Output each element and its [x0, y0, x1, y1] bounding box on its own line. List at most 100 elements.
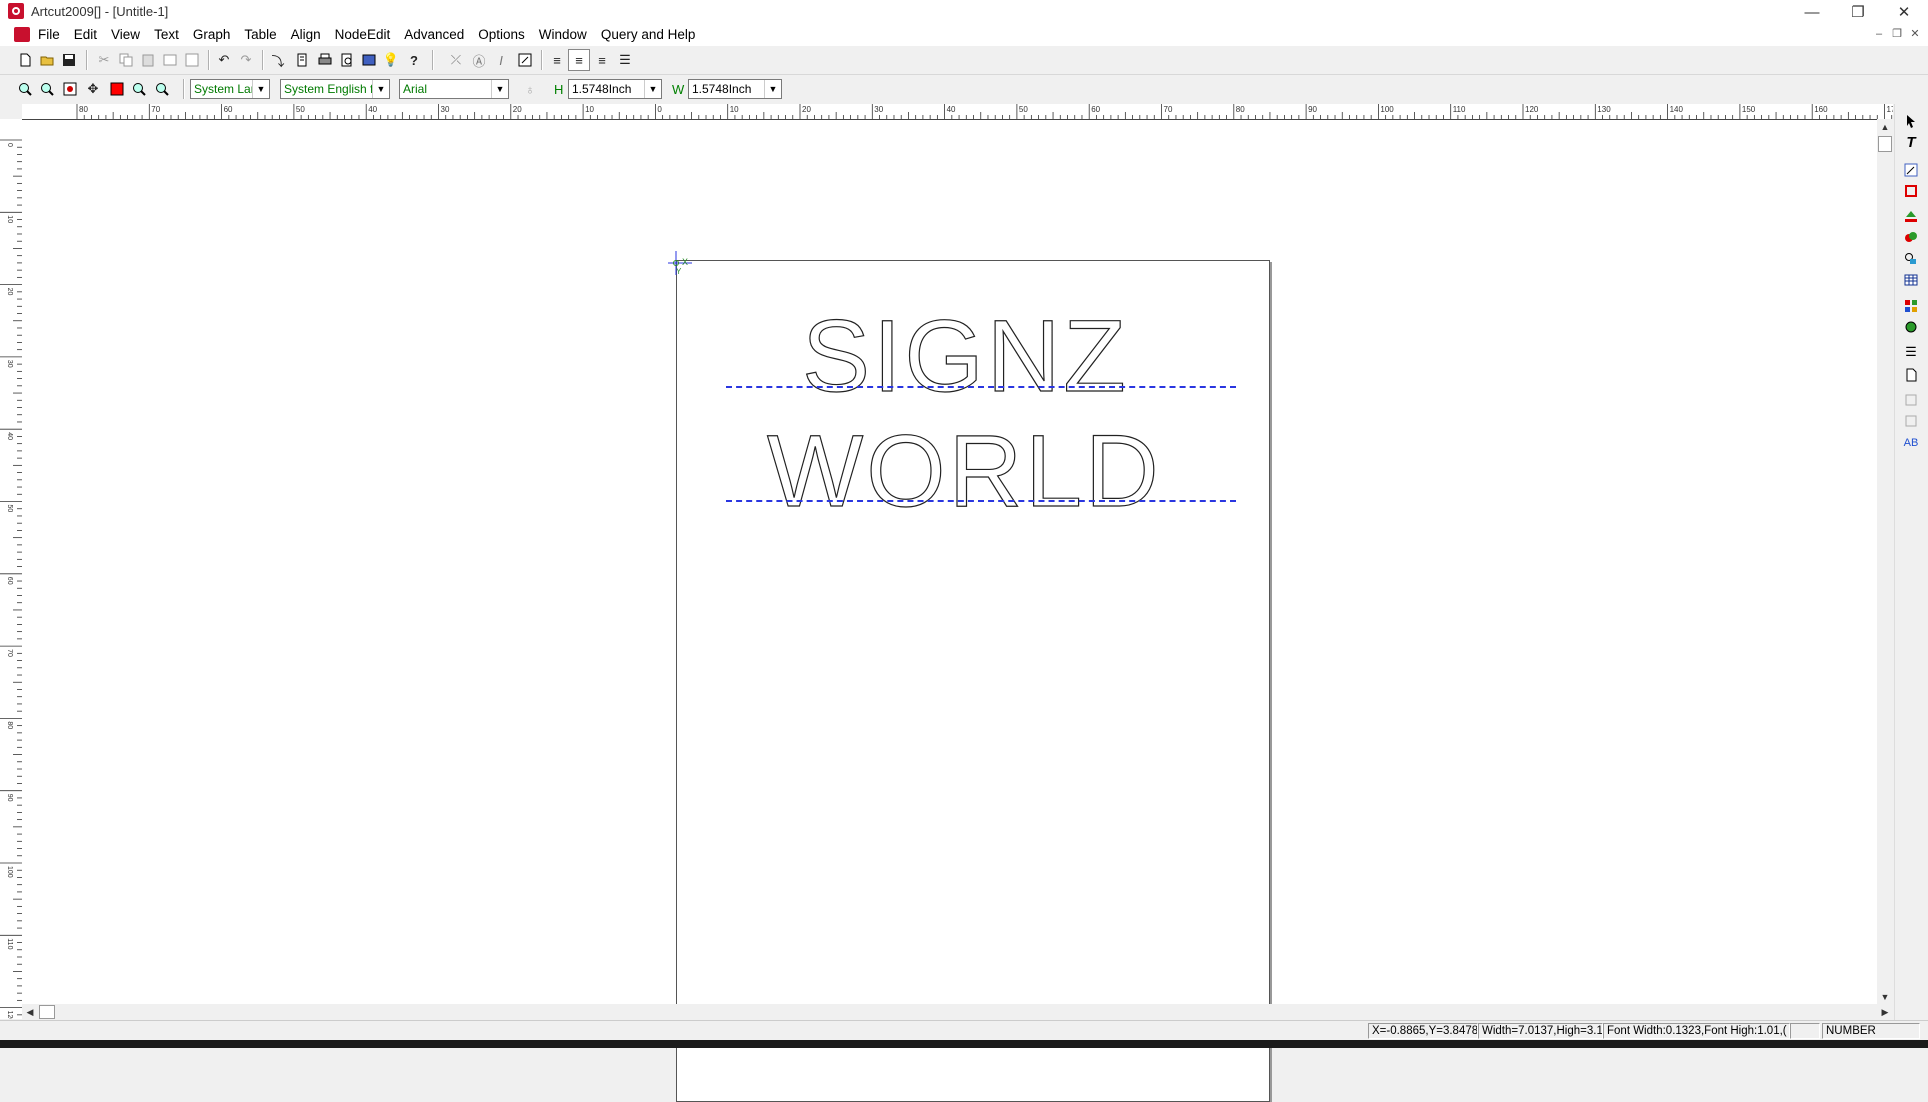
help-button[interactable]: ? [403, 49, 425, 71]
mdi-minimize-button[interactable]: – [1872, 27, 1886, 41]
save-button[interactable] [58, 49, 80, 71]
menu-view[interactable]: View [111, 27, 140, 42]
text-object-signz[interactable]: SIGNZ [801, 304, 1129, 407]
menu-align[interactable]: Align [291, 27, 321, 42]
shape-tool-button[interactable]: ⤫ [445, 49, 467, 71]
print-preview-button[interactable] [336, 49, 358, 71]
print-button[interactable] [314, 49, 336, 71]
mdi-close-button[interactable]: ✕ [1908, 27, 1922, 41]
chevron-down-icon[interactable]: ▼ [252, 80, 269, 98]
horizontal-scrollbar[interactable]: ◀ ▶ [22, 1004, 1893, 1020]
undo-button[interactable]: ↶ [213, 49, 235, 71]
pick-tool-button[interactable] [1901, 112, 1921, 130]
width-input[interactable]: 1.5748Inch ▼ [688, 79, 782, 99]
table-tool-button[interactable] [1901, 271, 1921, 289]
undo-icon: ↶ [218, 52, 230, 67]
fill-tool-button[interactable] [1901, 207, 1921, 225]
scroll-right-arrow-icon[interactable]: ▶ [1877, 1004, 1893, 1020]
ruler-label: 20 [513, 105, 522, 114]
tip-button[interactable]: 💡 [380, 49, 402, 71]
paste-special-button[interactable] [181, 49, 203, 71]
scroll-left-arrow-icon[interactable]: ◀ [22, 1004, 38, 1020]
new-file-icon [20, 53, 31, 67]
scroll-up-arrow-icon[interactable]: ▲ [1877, 119, 1893, 135]
edit-text-button[interactable] [514, 49, 536, 71]
open-file-button[interactable] [36, 49, 58, 71]
close-button[interactable]: ✕ [1881, 0, 1927, 24]
menu-file[interactable]: File [38, 27, 60, 42]
menu-nodeedit[interactable]: NodeEdit [335, 27, 391, 42]
menu-graph[interactable]: Graph [193, 27, 231, 42]
font-combo[interactable]: Arial ▼ [399, 79, 509, 99]
cut-button[interactable]: ✂ [93, 49, 115, 71]
paste-button[interactable] [137, 49, 159, 71]
text-direction-button[interactable]: ♁ [519, 78, 541, 100]
language-combo[interactable]: System Lar ▼ [190, 79, 270, 99]
status-object-size: Width=7.0137,High=3.1 [1478, 1023, 1603, 1039]
menu-query-help[interactable]: Query and Help [601, 27, 696, 42]
document-tool-button[interactable] [1901, 366, 1921, 384]
chevron-down-icon[interactable]: ▼ [644, 80, 661, 98]
ruler-label: 60 [6, 577, 13, 585]
zoom-out-button[interactable] [36, 78, 58, 100]
status-numlock: NUMBER [1822, 1023, 1920, 1039]
page-setup-button[interactable] [291, 49, 313, 71]
vertical-scroll-thumb[interactable] [1878, 136, 1892, 152]
align-right-button[interactable]: ≡ [591, 49, 613, 71]
align-justify-button[interactable]: ☰ [614, 49, 636, 71]
disabled-tool-1-button[interactable] [1901, 391, 1921, 409]
mdi-restore-button[interactable]: ❐ [1890, 27, 1904, 41]
zoom-fit-button[interactable] [59, 78, 81, 100]
minimize-button[interactable]: — [1789, 0, 1835, 24]
import-button[interactable]: ⤵ [267, 49, 289, 71]
menu-text[interactable]: Text [154, 27, 179, 42]
pan-button[interactable]: ✥ [82, 78, 104, 100]
menu-options[interactable]: Options [478, 27, 525, 42]
engrave-tool-button[interactable] [1901, 318, 1921, 336]
color-tool-button[interactable] [1901, 228, 1921, 246]
shape-tool-button-2[interactable] [1901, 250, 1921, 268]
ruler-label: 120 [1525, 105, 1539, 114]
document-menu-icon[interactable] [14, 27, 30, 42]
horizontal-scroll-thumb[interactable] [39, 1005, 55, 1019]
redo-button[interactable]: ↷ [235, 49, 257, 71]
document-icon [1906, 368, 1917, 382]
vertical-ruler[interactable]: 0 10 20 30 40 50 60 70 80 90 100 110 120 [0, 119, 23, 1019]
new-file-button[interactable] [14, 49, 36, 71]
chevron-down-icon[interactable]: ▼ [764, 80, 781, 98]
italic-button[interactable]: I [490, 49, 512, 71]
drawing-canvas[interactable]: X Y SIGNZ WORLD [22, 120, 1877, 1102]
copy-button[interactable] [115, 49, 137, 71]
ruler-label: 90 [6, 794, 13, 802]
fill-color-button[interactable] [106, 78, 128, 100]
text-tool-button[interactable]: T [1901, 133, 1921, 151]
disabled-tool-2-button[interactable] [1901, 412, 1921, 430]
output-cut-button[interactable] [358, 49, 380, 71]
chevron-down-icon[interactable]: ▼ [372, 80, 389, 98]
align-center-button[interactable]: ≡ [568, 49, 590, 71]
menu-table[interactable]: Table [244, 27, 276, 42]
text-frame-button[interactable]: Ⓐ [468, 49, 490, 71]
scroll-down-arrow-icon[interactable]: ▼ [1877, 989, 1893, 1005]
align-left-button[interactable]: ≡ [546, 49, 568, 71]
duplicate-button[interactable] [159, 49, 181, 71]
vertical-scrollbar[interactable]: ▲ ▼ [1877, 119, 1893, 1005]
text-object-world[interactable]: WORLD [766, 419, 1162, 522]
zoom-page-button[interactable] [151, 78, 173, 100]
text-replace-tool-button[interactable]: AB [1901, 434, 1921, 452]
restore-button[interactable]: ❐ [1835, 0, 1881, 24]
node-edit-tool-button[interactable] [1901, 161, 1921, 179]
paragraph-tool-button[interactable]: ☰ [1901, 343, 1921, 361]
rectangle-tool-button[interactable] [1901, 182, 1921, 200]
zoom-in-button[interactable] [14, 78, 36, 100]
height-input[interactable]: 1.5748Inch ▼ [568, 79, 662, 99]
font-set-combo[interactable]: System English fo ▼ [280, 79, 390, 99]
menu-edit[interactable]: Edit [74, 27, 97, 42]
chevron-down-icon[interactable]: ▼ [491, 80, 508, 98]
menu-window[interactable]: Window [539, 27, 587, 42]
shapes-icon [1905, 253, 1916, 264]
zoom-selected-button[interactable] [128, 78, 150, 100]
mosaic-tool-button[interactable] [1901, 297, 1921, 315]
menu-advanced[interactable]: Advanced [404, 27, 464, 42]
horizontal-ruler[interactable]: 80 70 60 50 40 30 20 10 0 10 20 30 40 50 60 70 80 90 100 11… [22, 104, 1893, 120]
